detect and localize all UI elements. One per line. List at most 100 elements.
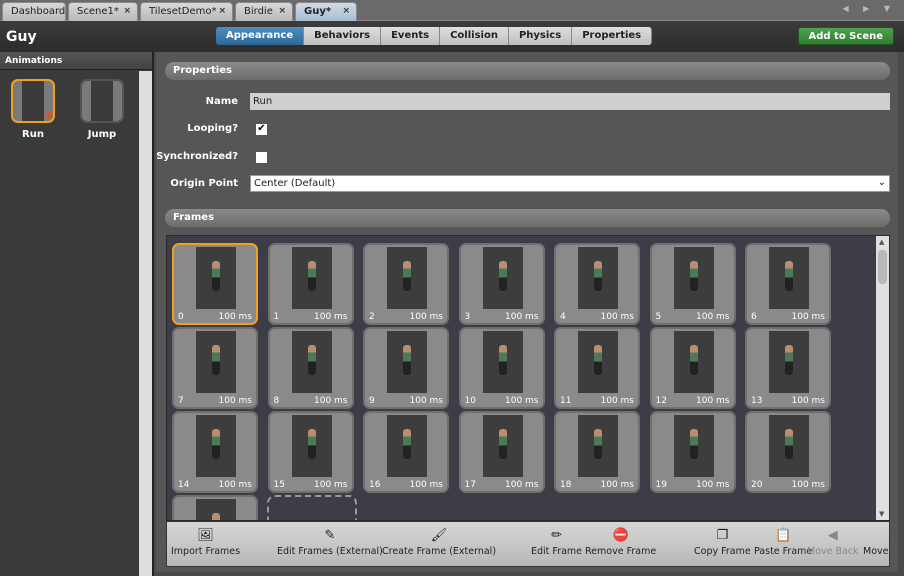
frame-image (769, 247, 809, 309)
frame-cell[interactable]: 6 100 ms (745, 243, 831, 325)
frame-cell[interactable]: 14 100 ms (172, 411, 258, 493)
animation-item-jump[interactable]: Jump (80, 79, 124, 140)
origin-point-label: Origin Point (170, 178, 238, 189)
close-icon[interactable]: × (123, 6, 131, 16)
sprite-figure (212, 513, 220, 520)
close-icon[interactable]: × (278, 6, 286, 16)
remove-frame-button[interactable]: ⛔ Remove Frame (585, 526, 656, 557)
frame-cell[interactable]: 13 100 ms (745, 327, 831, 409)
frames-scrollbar[interactable]: ▲ ▼ (876, 236, 889, 520)
frame-cell[interactable]: 20 100 ms (745, 411, 831, 493)
frame-number: 4 (560, 312, 566, 322)
frame-number: 18 (560, 480, 572, 490)
close-icon[interactable]: × (342, 6, 350, 16)
import-frames-button[interactable]: 🖼 Import Frames (171, 526, 240, 557)
frame-number: 15 (273, 480, 285, 490)
create-frame-external-button[interactable]: 🖌 Create Frame (External) (382, 526, 496, 557)
animation-thumbnail: ★ (11, 79, 55, 123)
segment-properties[interactable]: Properties (572, 27, 653, 45)
frame-cell[interactable]: 9 100 ms (363, 327, 449, 409)
paste-frame-icon: 📋 (775, 528, 792, 543)
segment-behaviors[interactable]: Behaviors (304, 27, 382, 45)
synchronized-checkbox[interactable] (256, 152, 267, 163)
frame-cell[interactable]: 1 100 ms (267, 243, 354, 325)
tab-scene1[interactable]: Scene1* × (68, 2, 138, 21)
tab-tilesetdemo[interactable]: TilesetDemo* × (140, 2, 233, 21)
frame-number: 11 (560, 396, 572, 406)
frame-duration: 100 ms (505, 312, 539, 322)
sprite-figure (594, 345, 602, 375)
segment-appearance[interactable]: Appearance (216, 27, 305, 45)
move-button[interactable]: Move (863, 526, 888, 557)
frame-image (291, 331, 332, 393)
default-star-icon: ★ (43, 108, 55, 123)
paste-frame-button[interactable]: 📋 Paste Frame (754, 526, 812, 557)
toolbar-label: Import Frames (171, 546, 241, 557)
frame-number: 9 (369, 396, 375, 406)
frame-cell[interactable]: 0 100 ms (172, 243, 258, 325)
frame-duration: 100 ms (218, 312, 253, 322)
frame-cell[interactable]: 18 100 ms (554, 411, 640, 493)
frame-cell[interactable]: 15 100 ms (267, 411, 354, 493)
frame-duration: 100 ms (505, 480, 539, 490)
frame-number: 1 (273, 312, 280, 322)
frame-cell[interactable]: 7 100 ms (172, 327, 258, 409)
document-tabs: Dashboard Scene1* × TilesetDemo* × Birdie × Guy… (0, 0, 904, 21)
frame-duration: 100 ms (218, 396, 253, 406)
scroll-up-icon[interactable]: ▲ (879, 238, 884, 246)
frame-duration: 100 ms (696, 312, 730, 322)
frame-number: 0 (178, 312, 184, 322)
name-input[interactable] (250, 93, 890, 110)
edit-frame-button[interactable]: ✏ Edit Frame (531, 526, 582, 557)
looping-checkbox[interactable]: ✔ (256, 124, 267, 135)
frame-number: 17 (464, 480, 476, 490)
frame-cell[interactable]: 2 100 ms (363, 243, 449, 325)
edit-frames-external-button[interactable]: ✎ Edit Frames (External) (277, 526, 383, 557)
frame-duration: 100 ms (791, 480, 826, 490)
copy-frame-button[interactable]: ❐ Copy Frame (694, 526, 751, 557)
tab-dashboard[interactable]: Dashboard (2, 2, 66, 21)
frame-duration: 100 ms (696, 396, 730, 406)
animations-scrollbar[interactable] (139, 71, 152, 576)
animation-label: Jump (87, 129, 117, 140)
frame-cell[interactable]: 17 100 ms (458, 411, 545, 493)
segment-events[interactable]: Events (381, 27, 441, 45)
frame-image (387, 415, 427, 477)
tab-guy[interactable]: Guy* × (295, 2, 357, 21)
close-icon[interactable]: × (218, 6, 226, 16)
frame-number: 14 (178, 480, 190, 490)
frame-image (673, 247, 714, 309)
frame-number: 10 (464, 396, 476, 406)
frame-cell[interactable]: 19 100 ms (649, 411, 736, 493)
add-to-scene-button[interactable]: Add to Scene (797, 27, 894, 45)
frame-cell[interactable]: 3 100 ms (458, 243, 545, 325)
tab-label: TilesetDemo* (149, 6, 217, 17)
toolbar-label: Move Back (807, 546, 859, 557)
sprite-figure (785, 261, 793, 291)
origin-point-value: Center (Default) (254, 178, 336, 189)
frame-duration: 100 ms (696, 480, 730, 490)
sprite-figure (689, 345, 698, 375)
scrollbar-thumb[interactable] (878, 250, 887, 284)
frame-cell[interactable]: 11 100 ms (554, 327, 640, 409)
frame-cell[interactable] (172, 495, 258, 520)
tab-scroll-arrows[interactable]: ◀ ▶ ▼ (842, 4, 896, 13)
toolbar-label: Create Frame (External) (382, 546, 497, 557)
frame-cell[interactable]: 8 100 ms (267, 327, 354, 409)
frame-duration: 100 ms (314, 312, 348, 322)
add-frame-placeholder[interactable] (267, 495, 357, 520)
segment-collision[interactable]: Collision (440, 27, 509, 45)
scroll-down-icon[interactable]: ▼ (879, 510, 884, 518)
sprite-figure (212, 345, 220, 375)
frame-image (291, 415, 332, 477)
frame-image (578, 331, 618, 393)
origin-point-select[interactable]: Center (Default) ⌄ (250, 175, 890, 192)
segment-physics[interactable]: Physics (508, 27, 573, 45)
frame-cell[interactable]: 4 100 ms (554, 243, 640, 325)
animation-item-run[interactable]: ★ Run (11, 79, 55, 140)
frame-cell[interactable]: 10 100 ms (458, 327, 545, 409)
frame-cell[interactable]: 16 100 ms (363, 411, 449, 493)
frame-cell[interactable]: 5 100 ms (649, 243, 736, 325)
tab-birdie[interactable]: Birdie × (235, 2, 293, 21)
frame-cell[interactable]: 12 100 ms (649, 327, 736, 409)
